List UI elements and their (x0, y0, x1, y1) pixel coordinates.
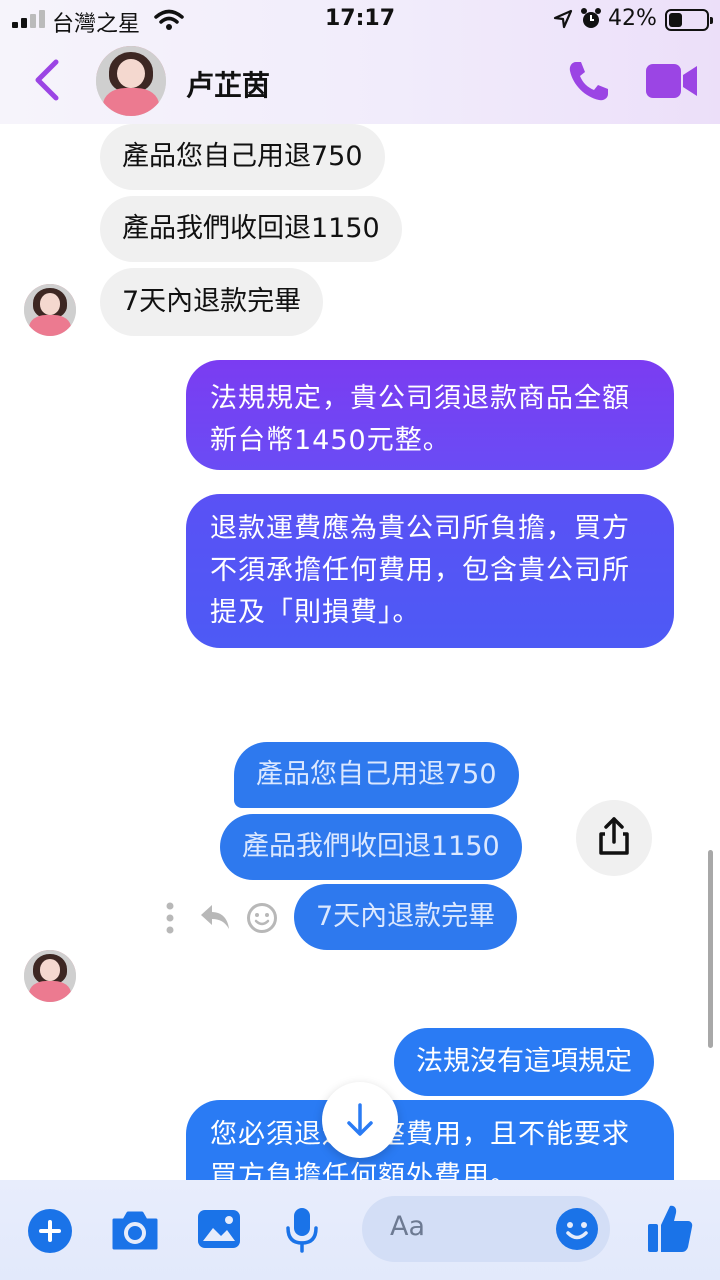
thumbs-up-icon[interactable] (646, 1202, 694, 1254)
sent-message-long[interactable]: 您必須退還完整費用，且不能要求買方負擔任何額外費用。 (186, 1100, 674, 1180)
back-chevron-icon[interactable] (30, 58, 66, 102)
sent-message[interactable]: 法規規定，貴公司須退款商品全額新台幣1450元整。 (186, 360, 674, 470)
quoted-message[interactable]: 7天內退款完畢 (294, 884, 518, 950)
sent-message[interactable]: 退款運費應為貴公司所負擔，買方不須承擔任何費用，包含貴公司所提及「則損費」。 (186, 494, 674, 648)
contact-name[interactable]: 卢芷茵 (186, 64, 270, 104)
location-icon (553, 9, 573, 29)
alarm-icon (581, 8, 601, 28)
react-emoji-icon[interactable] (246, 902, 278, 934)
message-input-placeholder: Aa (390, 1211, 426, 1242)
share-icon (599, 817, 629, 855)
phone-icon[interactable] (566, 58, 612, 104)
contact-avatar-small[interactable] (24, 284, 76, 336)
image-icon[interactable] (196, 1208, 242, 1250)
video-camera-icon[interactable] (645, 61, 699, 101)
received-message[interactable]: 7天內退款完畢 (100, 268, 324, 336)
contact-avatar[interactable] (96, 46, 166, 116)
plus-icon (39, 1220, 61, 1242)
emoji-icon[interactable] (554, 1206, 600, 1252)
status-bar: 台灣之星 17:17 42% (0, 0, 720, 40)
quoted-message[interactable]: 產品我們收回退1150 (220, 814, 522, 880)
more-vertical-icon[interactable] (162, 900, 178, 936)
quoted-message[interactable]: 產品您自己用退750 (234, 742, 519, 808)
sent-message-text: 您必須退還完整費用，且不能要求買方負擔任何額外費用。 (210, 1119, 630, 1180)
microphone-icon[interactable] (284, 1206, 320, 1254)
battery-percent: 42% (608, 6, 657, 31)
arrow-down-icon (347, 1103, 373, 1136)
contact-avatar-small[interactable] (24, 950, 76, 1002)
reply-icon[interactable] (198, 902, 232, 932)
received-message[interactable]: 產品我們收回退1150 (100, 196, 402, 262)
scroll-down-button[interactable] (322, 1082, 398, 1158)
camera-icon[interactable] (110, 1208, 160, 1252)
sent-message[interactable]: 法規沒有這項規定 (394, 1028, 654, 1096)
plus-button[interactable] (28, 1209, 72, 1253)
share-button[interactable] (576, 800, 652, 876)
composer-bar: Aa (0, 1180, 720, 1280)
received-message[interactable]: 產品您自己用退750 (100, 124, 385, 190)
battery-icon (665, 9, 713, 31)
scrollbar[interactable] (708, 850, 713, 1048)
